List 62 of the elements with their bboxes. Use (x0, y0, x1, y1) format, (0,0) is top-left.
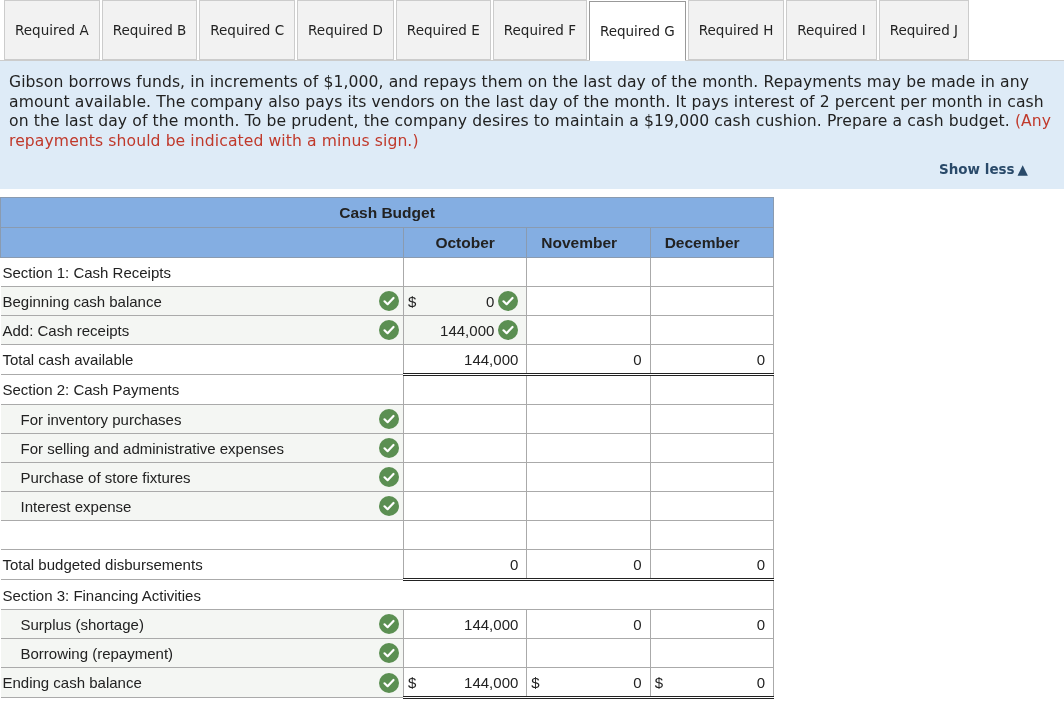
row-label: Surplus (shortage) (20, 615, 144, 633)
tab[interactable]: Required C (199, 0, 296, 60)
table-cell[interactable]: $ 0 (526, 667, 651, 698)
column-header: November (526, 227, 651, 258)
section-heading: Section 1: Cash Receipts (2, 263, 171, 281)
cell-value: 0 (756, 615, 765, 633)
tab[interactable]: Required I (786, 0, 877, 60)
table-title: Cash Budget (0, 197, 774, 228)
tab[interactable]: Required E (395, 0, 491, 60)
table-cell[interactable]: 0 (526, 609, 651, 639)
instructions-text: Gibson borrows funds, in increments of $1,000, and repays them on the last day of the month. Repayments may be made in any amount available. The company also pays its vendors on the last day of the month. It pays interest of 2 percent per month in cash on the last day of the month. To be prudent, the company desires to maintain a $19,000 cash cushion. Prepare a cash budget. (Any repayments should be indicated with a minus sign.) (9, 73, 1053, 151)
cell-value: 0 (633, 673, 642, 691)
cell-value: 144,000 (464, 615, 519, 633)
row-label: Total budgeted disbursements (2, 556, 203, 573)
column-header: October (403, 227, 527, 258)
cell-value: 0 (756, 350, 765, 368)
row-label: Beginning cash balance (2, 292, 162, 310)
dollar-sign: $ (531, 673, 540, 691)
tab[interactable]: Required A (4, 0, 100, 60)
section-heading: Section 2: Cash Payments (2, 381, 180, 398)
row-label: For selling and administrative expenses (20, 439, 284, 457)
table-cell[interactable]: $ 144,000 (403, 667, 527, 698)
table-cell[interactable]: $ 0 (403, 286, 527, 316)
section-heading: Section 3: Financing Activities (2, 586, 201, 604)
row-label: Borrowing (repayment) (20, 644, 174, 662)
table-cell[interactable]: 0 (650, 609, 774, 639)
cell-value: 144,000 (440, 321, 495, 339)
tab[interactable]: Required D (297, 0, 394, 60)
row-label: Interest expense (20, 497, 132, 515)
table-cell[interactable]: 144,000 (403, 344, 527, 375)
tab[interactable]: Required J (878, 0, 969, 60)
tab[interactable]: Required G (588, 1, 686, 61)
row-label: Add: Cash receipts (2, 321, 130, 339)
tab[interactable]: Required B (101, 0, 198, 60)
show-less-link[interactable]: Show less ▲ (938, 161, 1028, 177)
cell-value: 0 (756, 673, 765, 691)
tab[interactable]: Required H (687, 0, 785, 60)
table-cell[interactable]: 0 (403, 549, 527, 580)
cell-value: 144,000 (464, 350, 519, 368)
row-label: For inventory purchases (20, 410, 182, 428)
cell-value: 0 (756, 555, 765, 573)
table-cell[interactable]: 0 (526, 549, 651, 580)
table-cell[interactable]: $ 0 (650, 667, 774, 698)
cell-value: 0 (633, 350, 642, 368)
row-label: Total cash available (2, 351, 134, 368)
row-label: Ending cash balance (2, 674, 142, 691)
cell-value: 144,000 (464, 673, 519, 691)
table-cell[interactable]: 0 (650, 344, 774, 375)
cell-value: 0 (486, 292, 495, 310)
row-label: Purchase of store fixtures (20, 468, 191, 486)
table-cell[interactable]: 144,000 (403, 315, 527, 345)
table-cell[interactable]: 0 (650, 549, 774, 580)
tab[interactable]: Required F (492, 0, 587, 60)
cell-value: 0 (633, 615, 642, 633)
table-cell[interactable]: 144,000 (403, 609, 527, 639)
dollar-sign: $ (408, 673, 417, 691)
column-header: December (650, 227, 774, 258)
dollar-sign: $ (408, 292, 417, 310)
cell-value: 0 (633, 555, 642, 573)
table-cell[interactable]: 0 (526, 344, 651, 375)
dollar-sign: $ (654, 673, 663, 691)
cell-value: 0 (510, 555, 519, 573)
